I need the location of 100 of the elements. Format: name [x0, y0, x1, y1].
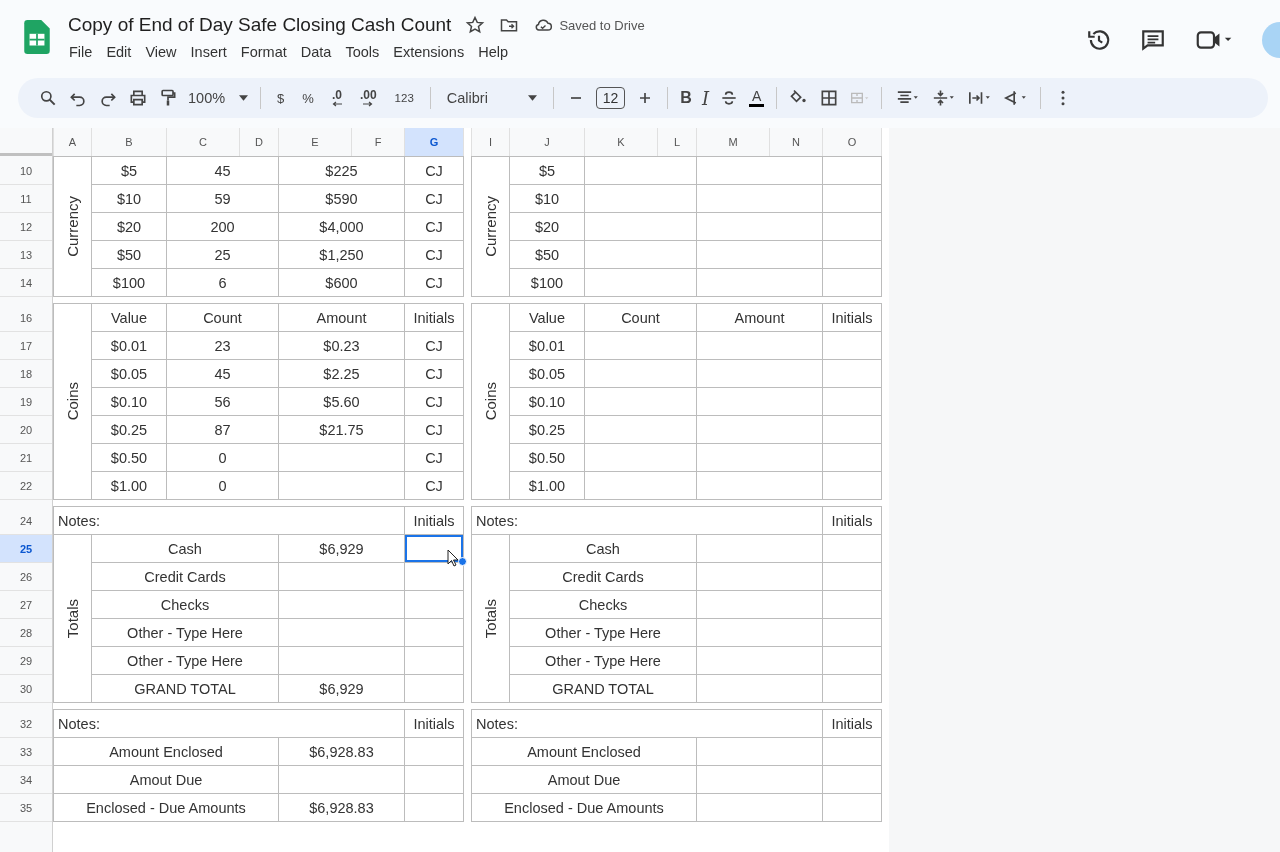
cell-text: $100	[92, 269, 166, 296]
search-icon[interactable]	[38, 88, 58, 108]
font-size-field[interactable]: 12	[595, 87, 626, 109]
row-label: Enclosed - Due Amounts	[54, 794, 278, 821]
column-header[interactable]: F	[352, 128, 404, 156]
row-label: GRAND TOTAL	[92, 675, 278, 702]
row-number[interactable]: 17	[0, 332, 52, 360]
section-label: Totals	[472, 535, 509, 702]
column-label: Value	[510, 304, 584, 331]
row-number[interactable]: 32	[0, 710, 52, 738]
history-icon[interactable]	[1086, 27, 1112, 53]
cell-text: CJ	[405, 213, 463, 240]
row-number[interactable]: 11	[0, 185, 52, 213]
bold-button[interactable]: B	[680, 89, 692, 107]
row-number[interactable]: 10	[0, 157, 52, 185]
cell-text: $50	[92, 241, 166, 268]
currency-format-button[interactable]: $	[273, 90, 289, 106]
table-cell	[405, 794, 463, 821]
cell-text: $20	[510, 213, 584, 240]
row-number[interactable]: 18	[0, 360, 52, 388]
column-label: Initials	[823, 507, 881, 534]
row-number[interactable]: 34	[0, 766, 52, 794]
row-number[interactable]: 13	[0, 241, 52, 269]
star-icon[interactable]	[465, 15, 486, 35]
menu-item[interactable]: Format	[233, 42, 294, 62]
column-header[interactable]: I	[472, 128, 509, 156]
menu-item[interactable]: View	[138, 42, 184, 62]
column-header[interactable]: K	[585, 128, 657, 156]
menu-item[interactable]: Data	[293, 42, 339, 62]
notes-label: Notes:	[54, 507, 404, 534]
column-header[interactable]: N	[770, 128, 822, 156]
text-rotation-icon[interactable]	[1002, 88, 1029, 108]
table-cell	[823, 388, 881, 415]
cell-text: $10	[92, 185, 166, 212]
row-number[interactable]: 25	[0, 535, 52, 563]
row-number[interactable]: 33	[0, 738, 52, 766]
menu-item[interactable]: Help	[471, 42, 515, 62]
paint-roller-icon[interactable]	[158, 88, 178, 108]
decrease-decimal-button[interactable]: .0	[327, 89, 346, 107]
column-header[interactable]: L	[658, 128, 696, 156]
cell-text: $4,000	[279, 213, 404, 240]
cell-text: $0.05	[92, 360, 166, 387]
pointer-cursor-icon	[447, 549, 459, 567]
number-format-button[interactable]: 123	[390, 92, 418, 104]
column-header[interactable]: G	[405, 128, 463, 156]
row-number[interactable]: 20	[0, 416, 52, 444]
zoom-dropdown[interactable]: 100%	[188, 90, 249, 106]
row-number[interactable]: 27	[0, 591, 52, 619]
percent-format-button[interactable]: %	[298, 90, 318, 106]
column-header[interactable]: B	[92, 128, 166, 156]
section-label: Coins	[54, 304, 91, 499]
row-number[interactable]: 29	[0, 647, 52, 675]
column-header[interactable]: M	[697, 128, 769, 156]
text-color-button[interactable]: A	[749, 89, 765, 107]
column-header[interactable]: A	[54, 128, 91, 156]
cell-text: 45	[167, 360, 278, 387]
comment-icon[interactable]	[1140, 27, 1166, 53]
column-label: Amount	[279, 304, 404, 331]
row-label: Checks	[92, 591, 278, 618]
spreadsheet-logo-icon[interactable]	[22, 20, 52, 54]
menu-item[interactable]: File	[62, 42, 100, 62]
row-label: Checks	[510, 591, 696, 618]
row-number[interactable]: 35	[0, 794, 52, 822]
column-header[interactable]: E	[279, 128, 351, 156]
row-label: Other - Type Here	[510, 647, 696, 674]
save-status: Saved to Drive	[559, 17, 645, 33]
row-number[interactable]: 21	[0, 444, 52, 472]
menu-item[interactable]: Insert	[183, 42, 234, 62]
row-number[interactable]: 28	[0, 619, 52, 647]
column-label: Count	[167, 304, 278, 331]
increase-decimal-button[interactable]: .00	[355, 89, 381, 107]
column-header[interactable]: J	[510, 128, 584, 156]
borders-icon[interactable]	[819, 88, 840, 108]
cell-text: $0.25	[510, 416, 584, 443]
italic-button[interactable]: I	[701, 87, 710, 109]
font-dropdown[interactable]: Calibri	[446, 90, 537, 106]
cell-text: CJ	[405, 360, 463, 387]
cell-text: $5.60	[279, 388, 404, 415]
row-number[interactable]: 30	[0, 675, 52, 703]
cell-text: 23	[167, 332, 278, 359]
menu-item[interactable]: Tools	[338, 42, 387, 62]
row-number[interactable]: 22	[0, 472, 52, 500]
section-label: Coins	[472, 304, 509, 499]
column-header[interactable]: O	[823, 128, 881, 156]
row-number[interactable]: 26	[0, 563, 52, 591]
table-cell	[823, 269, 881, 296]
row-label: Cash	[510, 535, 696, 562]
menu-item[interactable]: Edit	[99, 42, 139, 62]
row-number[interactable]: 14	[0, 269, 52, 297]
menu-item[interactable]: Extensions	[386, 42, 472, 62]
row-number[interactable]: 19	[0, 388, 52, 416]
row-label: Amount Enclosed	[472, 738, 696, 765]
cell-text: $6,929	[279, 535, 404, 562]
row-number[interactable]: 12	[0, 213, 52, 241]
table-cell	[823, 185, 881, 212]
row-number[interactable]: 16	[0, 304, 52, 332]
document-title[interactable]: Copy of End of Day Safe Closing Cash Count	[68, 14, 452, 36]
column-header[interactable]: D	[240, 128, 278, 156]
column-header[interactable]: C	[167, 128, 239, 156]
print-icon[interactable]	[128, 88, 148, 108]
